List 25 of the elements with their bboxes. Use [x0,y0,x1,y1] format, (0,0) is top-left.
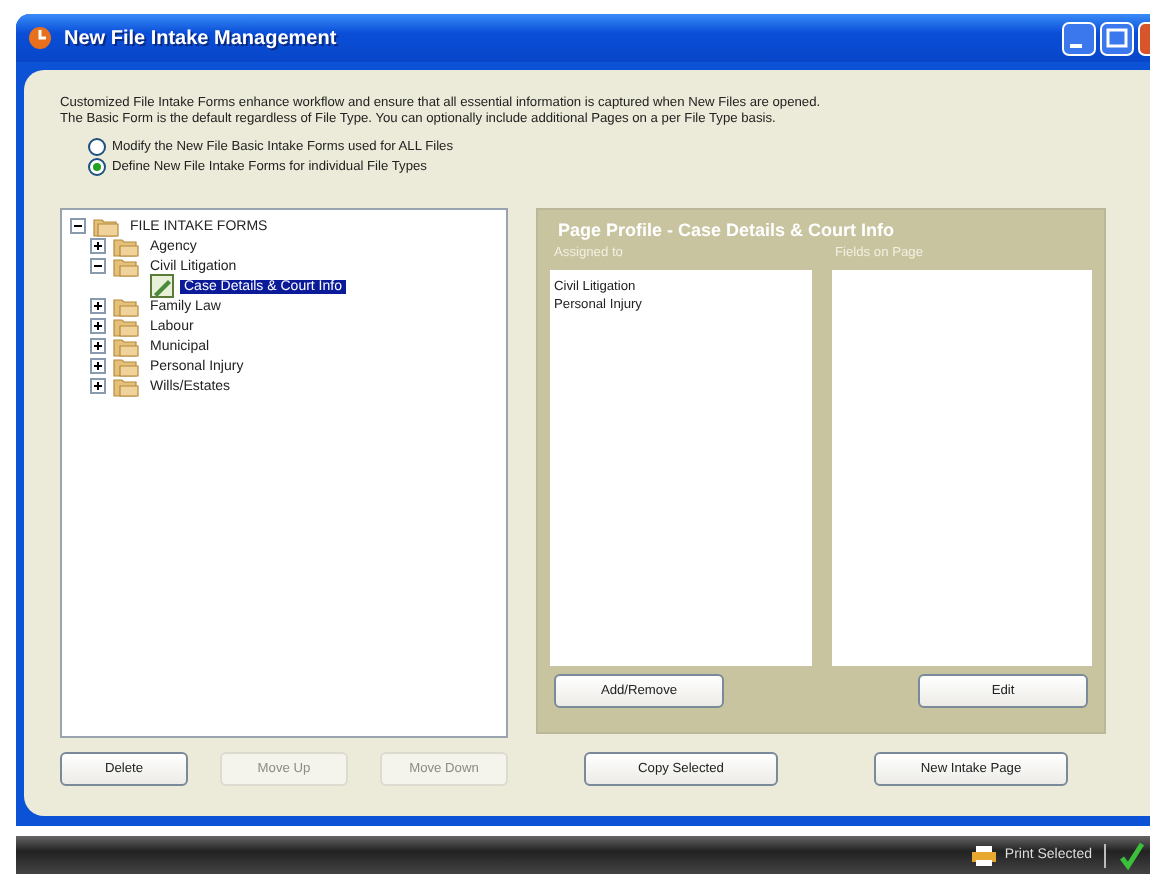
app-icon [28,26,52,50]
expander-icon[interactable] [90,338,106,354]
folder-icon [112,295,140,317]
window-title: New File Intake Management [64,27,337,49]
expander-icon[interactable] [90,378,106,394]
panel-title: Page Profile - Case Details & Court Info [558,220,897,240]
folder-icon [112,235,140,257]
folder-icon [112,375,140,397]
folder-icon [112,315,140,337]
printer-icon [970,843,999,867]
folder-icon [112,335,140,357]
check-icon[interactable] [1118,841,1146,869]
expander-icon[interactable] [90,298,106,314]
folder-icon [112,355,140,377]
expander-icon[interactable] [90,238,106,254]
expander-icon[interactable] [70,218,86,234]
expander-icon[interactable] [90,358,106,374]
expander-icon[interactable] [90,318,106,334]
folders-icon [92,215,120,237]
close-button[interactable] [1138,21,1150,55]
form-page-icon [150,274,174,298]
expander-icon[interactable] [90,258,106,274]
minimize-button[interactable] [1062,21,1096,55]
folder-icon [112,255,140,277]
maximize-button[interactable] [1100,21,1134,55]
